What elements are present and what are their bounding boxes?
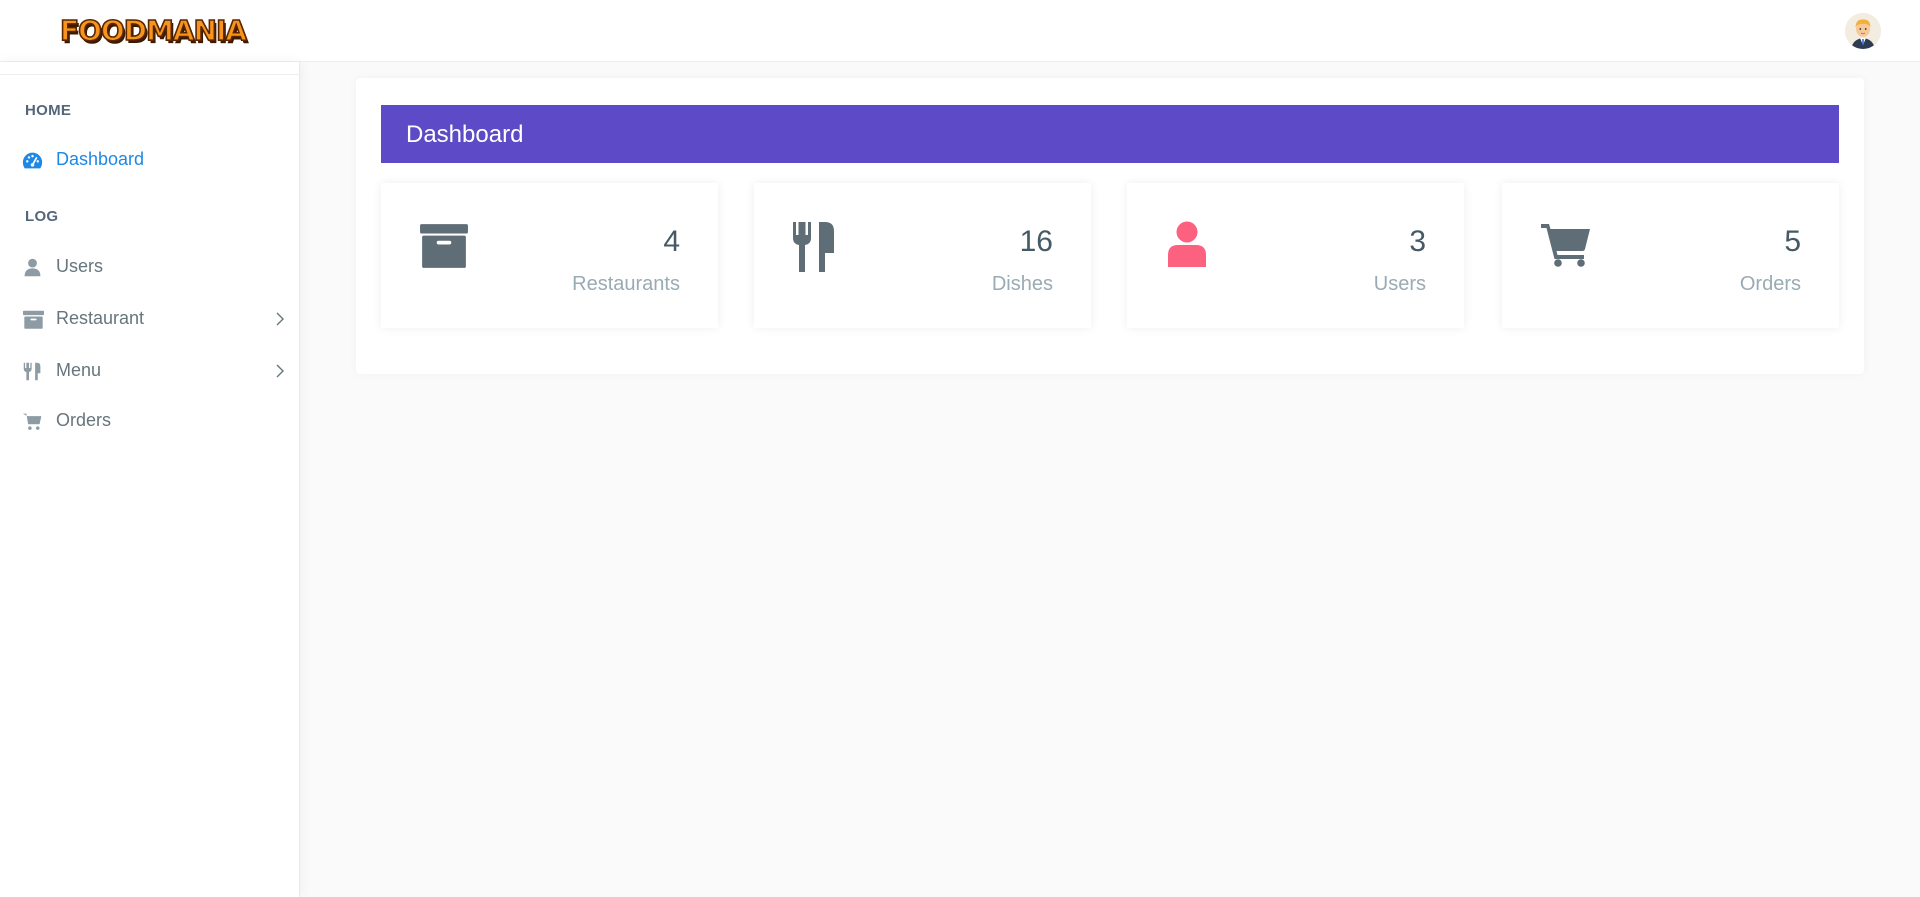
sidebar-item-label: Restaurant	[56, 308, 145, 328]
user-icon	[22, 257, 43, 278]
sidebar-item-label: Orders	[56, 410, 112, 430]
stat-card-orders[interactable]: 5 Orders	[1502, 183, 1839, 328]
dashboard-header: Dashboard	[381, 105, 1839, 163]
stat-label: Restaurants	[572, 273, 680, 295]
brand-logo[interactable]: FOODMANIA	[59, 13, 248, 49]
chevron-right-icon	[274, 364, 286, 378]
sidebar-item-label: Menu	[56, 360, 102, 380]
sidebar-item-label: Dashboard	[56, 149, 145, 169]
shopping-cart-icon	[1540, 221, 1590, 273]
sidebar-item-restaurant[interactable]: Restaurant	[0, 297, 300, 341]
user-avatar-icon	[1845, 13, 1881, 49]
stat-count: 4	[663, 225, 680, 258]
sidebar-item-orders[interactable]: Orders	[0, 399, 300, 443]
stat-count: 3	[1409, 225, 1426, 258]
stat-count: 16	[1019, 225, 1053, 258]
nav-heading-home: HOME	[25, 102, 72, 119]
utensils-icon	[792, 221, 842, 273]
archive-box-icon	[419, 221, 469, 273]
dashboard-panel: Dashboard 4 Restaurants 16 Dishes 3 User…	[356, 78, 1864, 374]
stat-label: Users	[1373, 273, 1426, 295]
archive-box-icon	[22, 309, 44, 330]
sidebar-item-users[interactable]: Users	[0, 245, 300, 289]
nav-heading-log: LOG	[25, 208, 59, 225]
user-avatar[interactable]	[1845, 13, 1881, 49]
user-icon	[1165, 221, 1215, 273]
stat-card-users[interactable]: 3 Users	[1127, 183, 1464, 328]
dashboard-gauge-icon	[22, 150, 43, 171]
stat-label: Dishes	[991, 273, 1053, 295]
sidebar: HOME Dashboard LOG Users Restaurant Menu…	[0, 62, 300, 897]
chevron-right-icon	[274, 312, 286, 326]
divider	[0, 74, 300, 75]
sidebar-item-label: Users	[56, 256, 104, 276]
shopping-cart-icon	[22, 411, 43, 432]
top-navbar: FOODMANIA	[0, 0, 1920, 62]
stat-label: Orders	[1739, 273, 1801, 295]
stat-count: 5	[1784, 225, 1801, 258]
sidebar-item-dashboard[interactable]: Dashboard	[0, 138, 300, 182]
utensils-icon	[22, 361, 43, 382]
sidebar-item-menu[interactable]: Menu	[0, 349, 300, 393]
page-title: Dashboard	[406, 121, 524, 148]
stat-card-dishes[interactable]: 16 Dishes	[754, 183, 1091, 328]
stat-card-restaurants[interactable]: 4 Restaurants	[381, 183, 718, 328]
